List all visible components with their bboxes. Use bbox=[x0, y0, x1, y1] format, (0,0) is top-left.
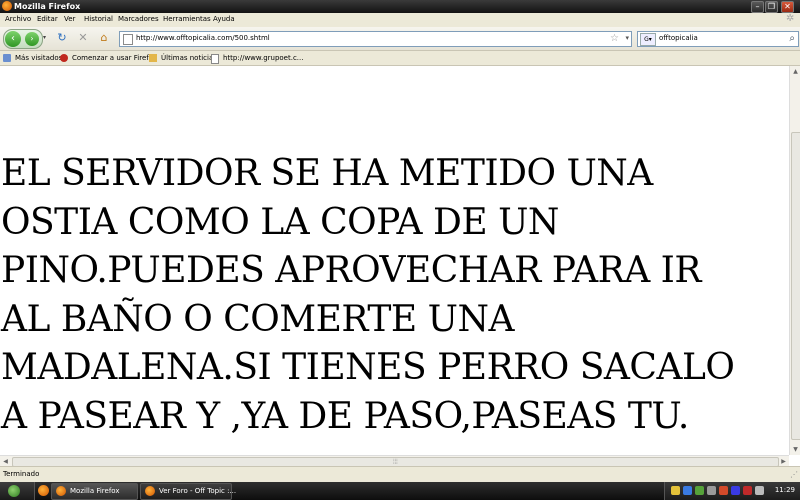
taskbar: Mozilla Firefox Ver Foro - Off Topic :..… bbox=[0, 482, 800, 500]
start-orb-icon bbox=[8, 485, 20, 497]
minimize-button[interactable]: – bbox=[751, 1, 764, 13]
resize-grip-icon[interactable]: ⋰ bbox=[790, 470, 798, 479]
back-button[interactable]: ‹ bbox=[5, 31, 21, 47]
menu-ayuda[interactable]: Ayuda bbox=[213, 15, 235, 23]
vertical-scroll-thumb[interactable] bbox=[791, 132, 800, 440]
scroll-up-icon[interactable]: ▲ bbox=[790, 66, 800, 77]
bookmark-star-icon[interactable]: ☆ bbox=[610, 32, 619, 45]
search-input[interactable]: offtopicalia bbox=[659, 34, 698, 42]
message-line: AL BAÑO O COMERTE UNA bbox=[1, 298, 514, 340]
menu-editar[interactable]: Editar bbox=[37, 15, 58, 23]
tray-shield-icon[interactable] bbox=[671, 486, 680, 495]
tray-app-icon[interactable] bbox=[695, 486, 704, 495]
system-tray: 11:29 bbox=[664, 482, 800, 500]
vertical-scrollbar[interactable]: ▲ ▼ bbox=[789, 66, 800, 455]
clock: 11:29 bbox=[774, 486, 795, 494]
menu-historial[interactable]: Historial bbox=[84, 15, 113, 23]
url-dropdown-icon[interactable]: ▾ bbox=[625, 32, 629, 45]
stop-button[interactable]: ✕ bbox=[76, 31, 90, 45]
message-line: EL SERVIDOR SE HA METIDO UNA bbox=[1, 153, 653, 194]
tray-messenger-icon[interactable] bbox=[731, 486, 740, 495]
firefox-icon bbox=[145, 486, 155, 496]
page-content: EL SERVIDOR SE HA METIDO UNA OSTIA COMO … bbox=[0, 66, 789, 455]
window-title-bar: Mozilla Firefox – ❐ ✕ bbox=[0, 0, 800, 13]
bookmark-item[interactable]: Últimas noticias bbox=[149, 53, 217, 63]
back-forward-group: ‹ › bbox=[3, 29, 43, 49]
tray-antivirus-icon[interactable] bbox=[719, 486, 728, 495]
tray-network-icon[interactable] bbox=[683, 486, 692, 495]
tray-security-icon[interactable] bbox=[743, 486, 752, 495]
tray-volume-icon[interactable] bbox=[707, 486, 716, 495]
message-line: A PASEAR Y ,YA DE PASO,PASEAS TU. bbox=[1, 395, 689, 437]
status-bar: Terminado ⋰ bbox=[0, 466, 800, 483]
firefox-quicklaunch-icon[interactable] bbox=[38, 485, 49, 496]
search-box[interactable]: G▾ offtopicalia ⌕ bbox=[637, 31, 799, 47]
message-line: MADALENA.SI TIENES PERRO SACALO bbox=[1, 347, 735, 388]
forward-button[interactable]: › bbox=[25, 32, 39, 46]
scroll-down-icon[interactable]: ▼ bbox=[790, 444, 800, 455]
start-button[interactable] bbox=[0, 482, 35, 500]
close-button[interactable]: ✕ bbox=[781, 1, 794, 13]
message-line: PINO.PUEDES APROVECHAR PARA IR bbox=[1, 250, 702, 291]
rss-folder-icon bbox=[149, 54, 157, 62]
menu-ver[interactable]: Ver bbox=[64, 15, 75, 23]
tray-update-icon[interactable] bbox=[755, 486, 764, 495]
menu-marcadores[interactable]: Marcadores bbox=[118, 15, 159, 23]
history-dropdown-icon[interactable]: ▾ bbox=[43, 34, 46, 41]
task-forum[interactable]: Ver Foro - Off Topic :... bbox=[140, 483, 236, 500]
menu-archivo[interactable]: Archivo bbox=[5, 15, 31, 23]
url-text: http://www.offtopicalia.com/500.shtml bbox=[136, 34, 270, 42]
bookmark-item[interactable]: http://www.grupoet.c... bbox=[211, 53, 304, 64]
home-button[interactable]: ⌂ bbox=[97, 31, 111, 45]
address-bar[interactable]: http://www.offtopicalia.com/500.shtml ☆ … bbox=[119, 31, 632, 47]
bookmark-item[interactable]: Más visitados bbox=[3, 53, 63, 63]
throbber-icon: ✲ bbox=[786, 13, 795, 24]
bookmarks-toolbar: Más visitados Comenzar a usar Firef... Ú… bbox=[0, 51, 800, 66]
maximize-button[interactable]: ❐ bbox=[765, 1, 778, 13]
bookmark-item[interactable]: Comenzar a usar Firef... bbox=[60, 53, 155, 63]
menu-bar: Archivo Editar Ver Historial Marcadores … bbox=[0, 13, 800, 27]
task-firefox[interactable]: Mozilla Firefox bbox=[51, 483, 138, 500]
reload-button[interactable]: ↻ bbox=[55, 31, 69, 45]
menu-herramientas[interactable]: Herramientas bbox=[163, 15, 211, 23]
window-title: Mozilla Firefox bbox=[14, 2, 81, 11]
error-message: EL SERVIDOR SE HA METIDO UNA OSTIA COMO … bbox=[1, 150, 786, 441]
firefox-icon bbox=[2, 1, 12, 11]
search-icon[interactable]: ⌕ bbox=[789, 32, 795, 45]
page-icon bbox=[211, 54, 219, 64]
bookmark-page-icon bbox=[3, 54, 11, 62]
firefox-start-icon bbox=[60, 54, 68, 62]
message-line: OSTIA COMO LA COPA DE UN bbox=[1, 201, 559, 243]
page-icon bbox=[123, 34, 133, 45]
navigation-toolbar: ‹ › ▾ ↻ ✕ ⌂ http://www.offtopicalia.com/… bbox=[0, 27, 800, 51]
firefox-icon bbox=[56, 486, 66, 496]
status-text: Terminado bbox=[3, 470, 40, 478]
search-engine-icon[interactable]: G▾ bbox=[640, 33, 656, 46]
